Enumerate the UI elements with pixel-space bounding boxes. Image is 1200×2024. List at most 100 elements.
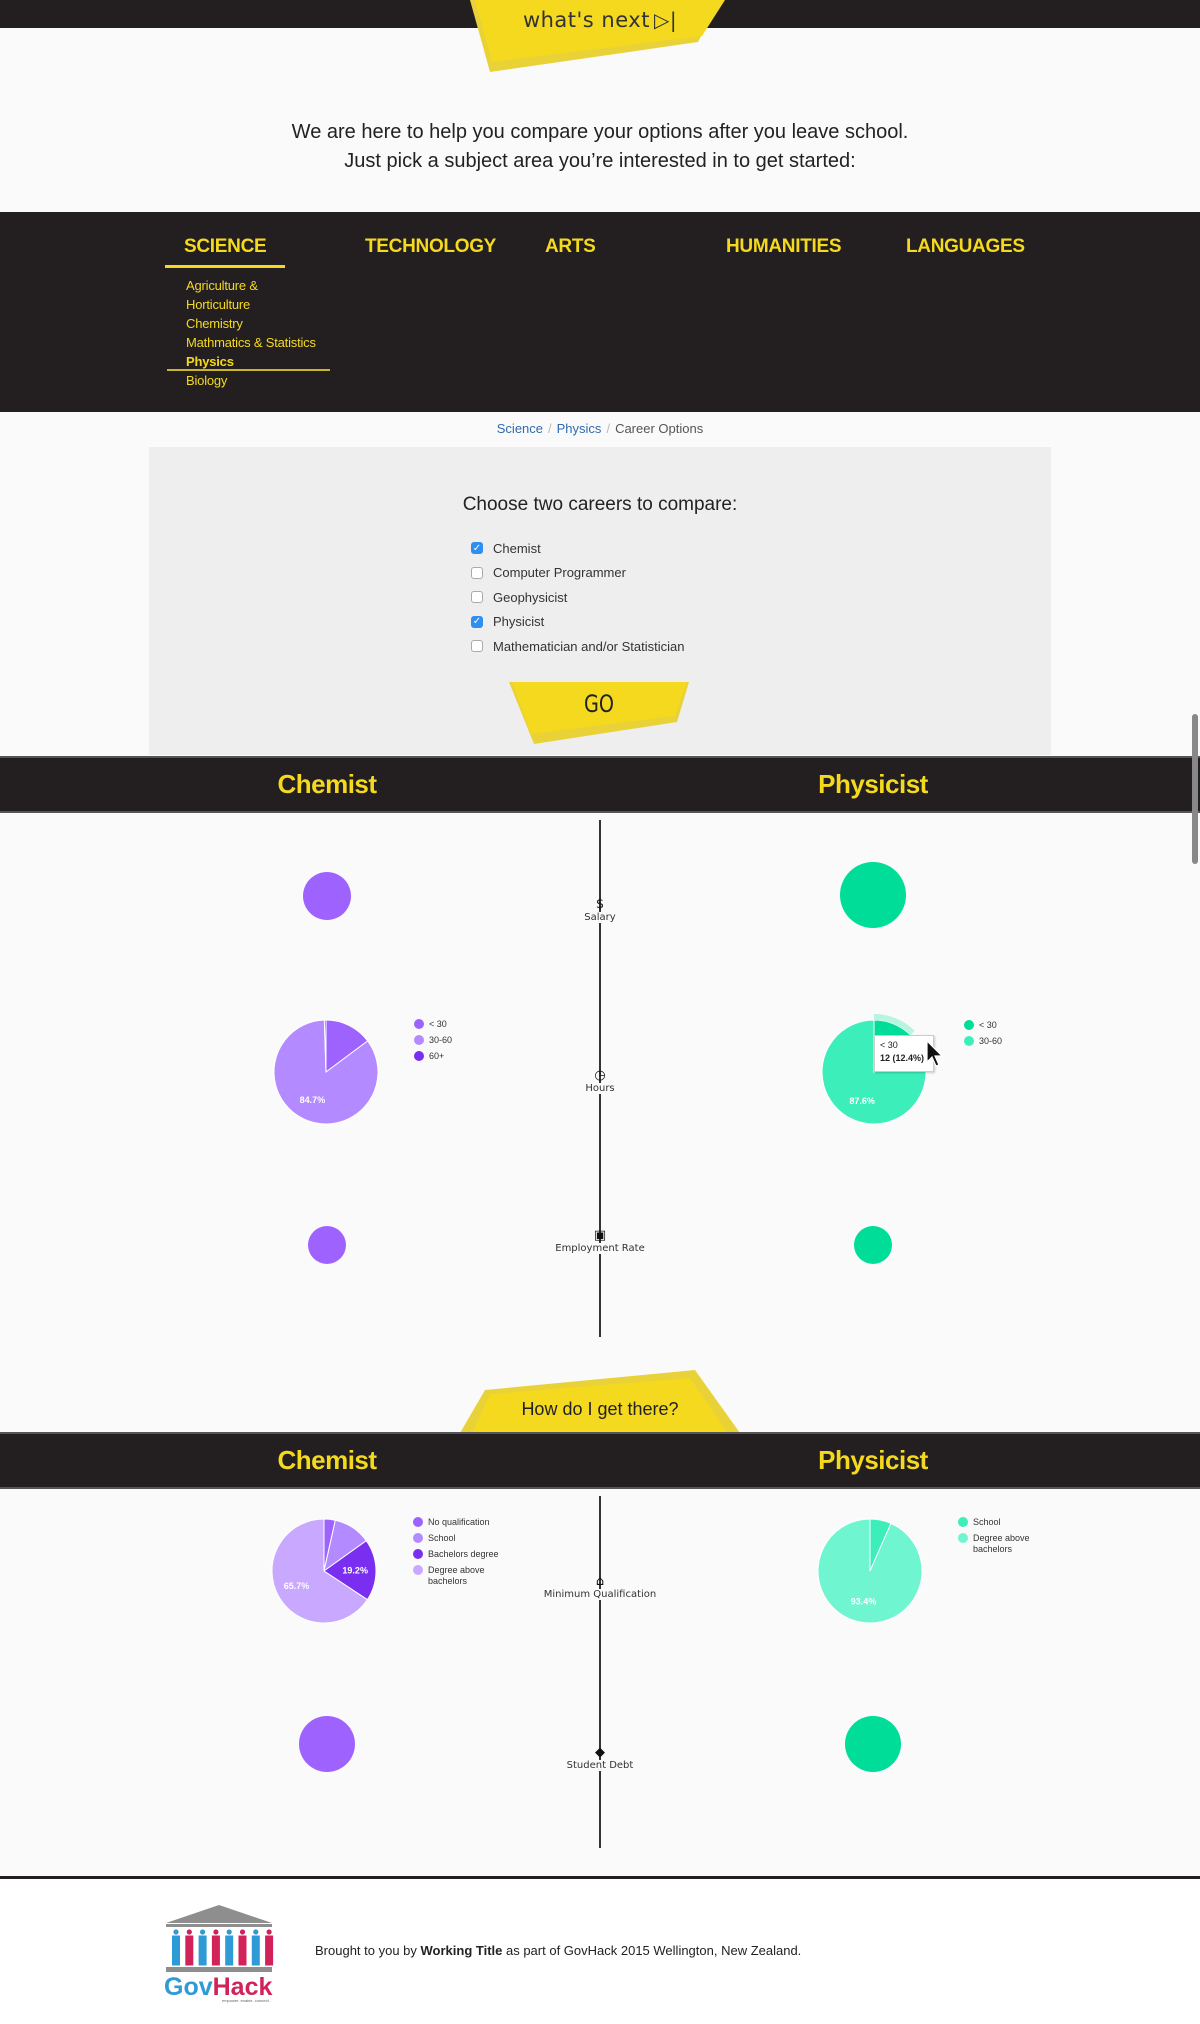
subnav-item-horticulture[interactable]: Horticulture [186, 295, 316, 314]
legend-item[interactable]: 60+ [414, 1051, 452, 1062]
whats-next-label: what's next ▷| [522, 8, 678, 32]
legend-swatch [413, 1533, 423, 1543]
legend-item[interactable]: < 30 [964, 1020, 1002, 1031]
legend-label: Degree above bachelors [973, 1533, 1030, 1554]
legend-swatch [964, 1036, 974, 1046]
breadcrumb-science[interactable]: Science [497, 421, 543, 436]
logo-person-body [198, 1935, 207, 1966]
logo-tagline: empower. enable. connect. [222, 1998, 270, 2003]
pie-data-label: 87.6% [849, 1096, 875, 1106]
option-physicist[interactable]: ✓ Physicist [471, 610, 684, 635]
go-button[interactable]: GO [509, 682, 689, 744]
career-name-left-2: Chemist [277, 1445, 377, 1475]
logo-person-head [266, 1929, 272, 1935]
chemist-qualification-pie[interactable]: 19.2% 65.7% [270, 1517, 378, 1625]
chemist-employment-bubble[interactable] [308, 1226, 346, 1264]
chemist-hours-pie[interactable]: 84.7% [272, 1018, 380, 1126]
logo-person-body [238, 1935, 247, 1966]
tooltip-label: < 30 [880, 1040, 898, 1050]
how-tab-label: How do I get there? [521, 1399, 679, 1419]
logo-person-head [226, 1929, 232, 1935]
career-options: ✓ Chemist Computer Programmer Geophysici… [471, 536, 684, 659]
physicist-employment-bubble[interactable] [854, 1226, 892, 1264]
checkbox-computer-programmer[interactable] [471, 566, 483, 579]
legend-label: School [973, 1517, 1001, 1527]
pie-slice-degree-above-bachelors[interactable] [817, 1518, 923, 1624]
option-geophysicist[interactable]: Geophysicist [471, 585, 684, 610]
option-label: Mathematician and/or Statistician [493, 638, 685, 654]
play-skip-icon: ▷| [653, 8, 678, 32]
metric-minimum-qualification: ⌂ Minimum Qualification [500, 1575, 700, 1600]
option-label: Chemist [493, 540, 541, 556]
footer-credit: Brought to you by Working Title as part … [315, 1943, 802, 1958]
active-nav-underline [165, 265, 285, 268]
legend-label: Bachelors degree [428, 1549, 499, 1559]
option-label: Physicist [493, 614, 545, 630]
page-scrollbar[interactable] [1192, 714, 1198, 864]
subnav-item-agriculture[interactable]: Agriculture & [186, 276, 316, 295]
legend-item[interactable]: Bachelors degree [413, 1549, 503, 1560]
physicist-salary-bubble[interactable] [840, 862, 906, 928]
option-computer-programmer[interactable]: Computer Programmer [471, 561, 684, 586]
chemist-salary-bubble[interactable] [303, 872, 351, 920]
subnav-item-chemistry[interactable]: Chemistry [186, 314, 316, 333]
metric-employment-rate: ▣ Employment Rate [500, 1229, 700, 1254]
whats-next-tab[interactable]: what's next ▷| [470, 0, 730, 72]
legend-item[interactable]: Degree above bachelors [958, 1533, 1048, 1555]
logo-person-body [185, 1935, 194, 1966]
legend-label: No qualification [428, 1517, 490, 1527]
career-name-left: Chemist [277, 769, 377, 799]
legend-item[interactable]: School [413, 1533, 503, 1544]
metric-student-debt: ◆ Student Debt [500, 1746, 700, 1771]
logo-person-body [265, 1935, 274, 1966]
legend-item[interactable]: 30-60 [414, 1035, 452, 1046]
chemist-student-debt-bubble[interactable] [299, 1716, 355, 1772]
option-label: Geophysicist [493, 589, 568, 605]
career-header-2: Chemist Physicist [0, 1432, 1200, 1489]
legend-label: 60+ [429, 1051, 445, 1061]
legend-label: School [428, 1533, 456, 1543]
nav-item-science[interactable]: SCIENCE [184, 236, 267, 258]
how-do-i-get-there-tab[interactable]: How do I get there? [460, 1368, 740, 1433]
chemist-hours-legend: < 30 30-60 60+ [414, 1019, 452, 1067]
metric-hours: ◷ Hours [500, 1069, 700, 1094]
comparison-axis-2 [599, 1496, 601, 1848]
legend-swatch [414, 1035, 424, 1045]
legend-label: < 30 [979, 1020, 997, 1030]
legend-item[interactable]: No qualification [413, 1517, 503, 1528]
nav-item-arts[interactable]: ARTS [545, 236, 596, 258]
legend-item[interactable]: < 30 [414, 1019, 452, 1030]
legend-item[interactable]: Degree above bachelors [413, 1565, 503, 1587]
subnav-item-maths-statistics[interactable]: Mathmatics & Statistics [186, 333, 316, 352]
subject-nav: SCIENCE TECHNOLOGY ARTS HUMANITIES LANGU… [0, 212, 1200, 412]
logo-person-head [253, 1929, 259, 1935]
nav-item-humanities[interactable]: HUMANITIES [726, 236, 842, 258]
compare-title: Choose two careers to compare: [462, 494, 738, 515]
option-chemist[interactable]: ✓ Chemist [471, 536, 684, 561]
legend-item[interactable]: School [958, 1517, 1048, 1528]
nav-item-technology[interactable]: TECHNOLOGY [365, 236, 496, 258]
career-name-right: Physicist [818, 769, 928, 799]
footer: GovHack empower. enable. connect. Brough… [0, 1879, 1200, 2024]
legend-swatch [413, 1517, 423, 1527]
checkbox-chemist[interactable]: ✓ [471, 542, 483, 555]
legend-label: 30-60 [429, 1035, 453, 1045]
logo-person-head [200, 1929, 206, 1935]
subnav-item-biology[interactable]: Biology [186, 371, 316, 390]
checkbox-geophysicist[interactable] [471, 591, 483, 604]
legend-label: < 30 [429, 1019, 447, 1029]
legend-swatch [958, 1533, 968, 1543]
option-mathematician-statistician[interactable]: Mathematician and/or Statistician [471, 634, 684, 659]
breadcrumb-physics[interactable]: Physics [557, 421, 602, 436]
metric-salary: $ Salary [500, 898, 700, 923]
govhack-logo[interactable]: GovHack empower. enable. connect. [160, 1903, 278, 2003]
option-label: Computer Programmer [493, 565, 626, 581]
nav-item-languages[interactable]: LANGUAGES [906, 236, 1025, 258]
checkbox-mathematician-statistician[interactable] [471, 640, 483, 653]
checkbox-physicist[interactable]: ✓ [471, 615, 483, 628]
physicist-qualification-pie[interactable]: 93.4% [816, 1517, 924, 1625]
legend-item[interactable]: 30-60 [964, 1036, 1002, 1047]
breadcrumb-separator: / [548, 421, 552, 436]
physicist-student-debt-bubble[interactable] [845, 1716, 901, 1772]
go-label: GO [584, 690, 614, 718]
